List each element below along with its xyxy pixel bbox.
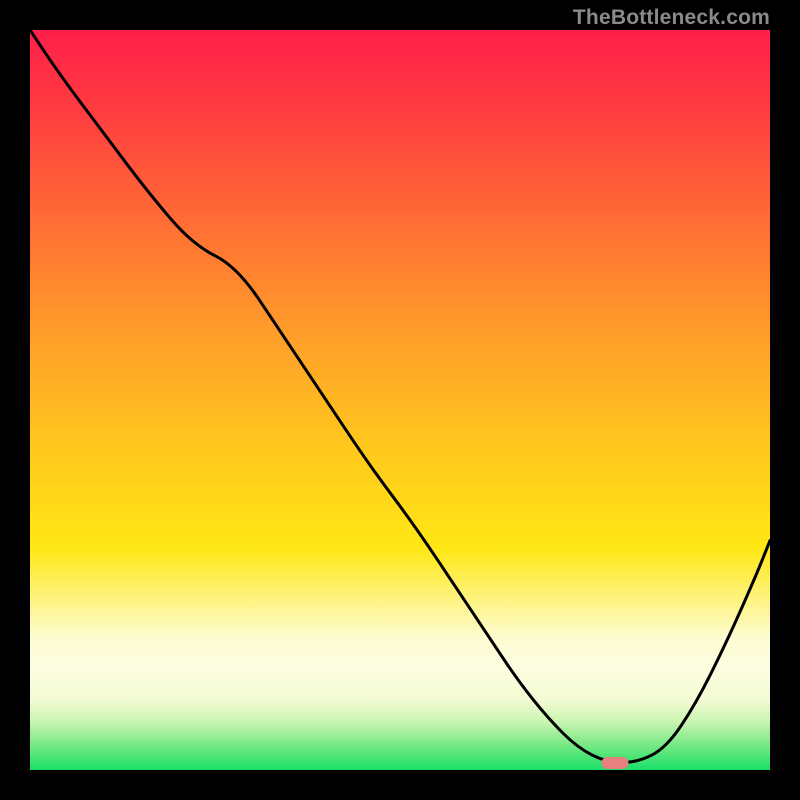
optimum-marker xyxy=(601,757,628,769)
chart-frame: TheBottleneck.com xyxy=(0,0,800,800)
watermark-text: TheBottleneck.com xyxy=(573,6,770,30)
plot-area xyxy=(30,30,770,770)
bottleneck-curve xyxy=(30,30,770,770)
